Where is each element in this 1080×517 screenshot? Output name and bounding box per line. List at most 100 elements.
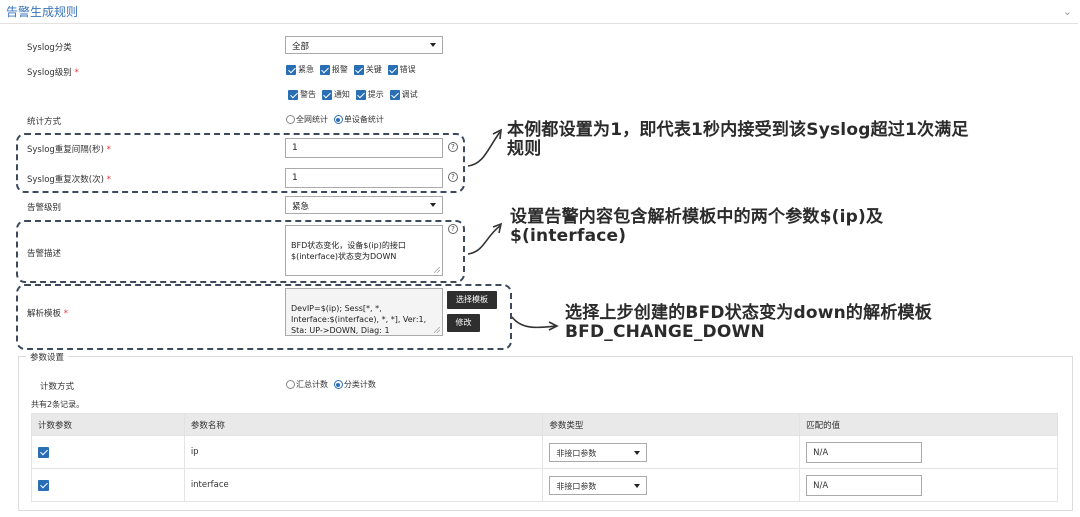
syslog-level-row-2: 警告 通知 提示 调试 <box>288 89 421 100</box>
radio-label: 全网统计 <box>296 115 328 124</box>
syslog-level-label-text: Syslog级别 <box>27 68 72 78</box>
syslog-category-label: Syslog分类 <box>27 43 72 53</box>
repeat-count-label-text: Syslog重复次数(次) <box>27 175 104 185</box>
checkbox-info[interactable] <box>355 89 366 100</box>
parse-template-label: 解析模板 * <box>27 307 68 319</box>
section-title: 告警生成规则 <box>6 5 79 19</box>
radio-summary-count[interactable] <box>286 380 295 389</box>
annotation-line: $(interface) <box>510 226 627 246</box>
count-method-radios: 汇总计数 分类计数 <box>286 379 379 390</box>
match-value-input[interactable]: N/A <box>806 474 923 496</box>
syslog-category-select[interactable]: 全部 <box>285 36 443 54</box>
required-mark: * <box>106 145 111 155</box>
annotation-line: 规则 <box>507 139 542 159</box>
resize-grip-icon[interactable] <box>434 327 440 333</box>
stat-method-radios: 全网统计 单设备统计 <box>286 114 387 125</box>
table-cell: 非接口参数 <box>542 435 801 469</box>
table-cell: N/A <box>799 435 1058 469</box>
annotation-line: 设置告警内容包含解析模板中的两个参数$(ip)及 <box>510 207 884 227</box>
checkbox-debug[interactable] <box>389 89 400 100</box>
syslog-level-row-1: 紧急 报警 关键 错误 <box>286 64 419 75</box>
repeat-interval-label: Syslog重复间隔(秒) * <box>27 143 111 155</box>
stat-method-label: 统计方式 <box>27 117 62 127</box>
table-cell: N/A <box>799 468 1058 502</box>
chevron-down-icon <box>430 43 436 47</box>
count-param-checkbox[interactable] <box>38 479 49 491</box>
radio-label: 分类计数 <box>343 380 376 389</box>
alarm-level-select[interactable]: 紧急 <box>285 196 443 214</box>
chevron-down-icon <box>634 450 641 455</box>
checkbox-label: 调试 <box>401 90 418 99</box>
column-header[interactable]: 参数类型 <box>542 413 801 436</box>
param-name-cell: interface <box>183 468 544 502</box>
annotation-desc: 设置告警内容包含解析模板中的两个参数$(ip)及 $(interface) <box>510 208 883 246</box>
param-type-select[interactable]: 非接口参数 <box>549 442 648 462</box>
repeat-count-label: Syslog重复次数(次) * <box>27 173 111 185</box>
chevron-down-icon[interactable]: ⌄ <box>1063 5 1072 18</box>
repeat-count-input[interactable]: 1 <box>285 168 443 188</box>
required-mark: * <box>63 309 68 319</box>
checkbox-warning[interactable] <box>288 89 298 100</box>
table-row: ip 非接口参数 N/A <box>31 435 1058 469</box>
table-row: interface 非接口参数 N/A <box>31 468 1058 502</box>
record-count: 共有2条记录。 <box>31 400 85 409</box>
alarm-desc-textarea[interactable]: BFD状态变化，设备$(ip)的接口 $(interface)状态变为DOWN <box>285 225 443 276</box>
required-mark: * <box>106 175 111 185</box>
help-icon[interactable]: ? <box>448 224 458 234</box>
checkbox-label: 通知 <box>333 90 350 99</box>
checkbox-label: 警告 <box>300 90 316 99</box>
radio-category-count[interactable] <box>333 380 343 389</box>
params-legend: 参数设置 <box>26 351 69 363</box>
param-type-value: 非接口参数 <box>556 481 597 491</box>
count-param-checkbox[interactable] <box>38 446 49 458</box>
table-cell <box>31 468 185 502</box>
alarm-desc-label: 告警描述 <box>27 249 62 259</box>
alarm-desc-value: BFD状态变化，设备$(ip)的接口 $(interface)状态变为DOWN <box>291 241 406 261</box>
chevron-down-icon <box>430 203 436 207</box>
table-cell: 非接口参数 <box>542 468 801 502</box>
help-icon[interactable]: ? <box>448 142 458 152</box>
match-value-input[interactable]: N/A <box>806 441 923 463</box>
repeat-interval-label-text: Syslog重复间隔(秒) <box>27 145 104 155</box>
resize-grip-icon[interactable] <box>434 267 440 273</box>
checkbox-label: 关键 <box>365 65 382 74</box>
radio-global-stat[interactable] <box>286 115 295 124</box>
annotation-line: 选择上步创建的BFD状态变为down的解析模板 <box>565 303 932 323</box>
syslog-category-value: 全部 <box>292 42 310 52</box>
table-header-row: 计数参数 参数名称 参数类型 匹配的值 <box>31 413 1058 436</box>
checkbox-label: 报警 <box>331 65 348 74</box>
params-table: 计数参数 参数名称 参数类型 匹配的值 ip 非接口参数 N/A interfa… <box>31 413 1058 502</box>
radio-label: 单设备统计 <box>343 115 384 124</box>
annotation-template: 选择上步创建的BFD状态变为down的解析模板 BFD_CHANGE_DOWN <box>565 304 932 342</box>
radio-label: 汇总计数 <box>296 380 328 389</box>
checkbox-critical[interactable] <box>353 64 364 75</box>
annotation-line: BFD_CHANGE_DOWN <box>565 322 765 342</box>
parse-template-textarea[interactable]: DevIP=$(ip); Sess[*, *, Interface:$(inte… <box>285 288 443 336</box>
param-type-select[interactable]: 非接口参数 <box>549 475 648 495</box>
repeat-interval-input[interactable]: 1 <box>285 138 443 158</box>
table-cell <box>31 435 185 469</box>
parse-template-value: DevIP=$(ip); Sess[*, *, Interface:$(inte… <box>291 304 427 335</box>
syslog-level-label: Syslog级别 * <box>27 66 79 78</box>
count-method-label: 计数方式 <box>40 382 75 392</box>
checkbox-alert[interactable] <box>319 64 330 75</box>
alarm-level-value: 紧急 <box>292 202 310 212</box>
param-name-cell: ip <box>183 435 544 469</box>
param-type-value: 非接口参数 <box>556 448 597 458</box>
annotation-line: 本例都设置为1，即代表1秒内接受到该Syslog超过1次满足 <box>507 120 969 140</box>
column-header[interactable]: 参数名称 <box>183 413 544 436</box>
column-header[interactable]: 匹配的值 <box>799 413 1058 436</box>
checkbox-emergency[interactable] <box>286 64 296 75</box>
checkbox-label: 错误 <box>399 65 416 74</box>
required-mark: * <box>74 68 79 78</box>
checkbox-label: 提示 <box>367 90 384 99</box>
help-icon[interactable]: ? <box>448 172 458 182</box>
annotation-repeat: 本例都设置为1，即代表1秒内接受到该Syslog超过1次满足 规则 <box>507 121 969 159</box>
checkbox-label: 紧急 <box>298 65 314 74</box>
alarm-level-label: 告警级别 <box>27 203 62 213</box>
column-header[interactable]: 计数参数 <box>31 413 185 436</box>
parse-template-label-text: 解析模板 <box>27 309 62 319</box>
radio-single-device-stat[interactable] <box>333 115 343 124</box>
checkbox-error[interactable] <box>387 64 398 75</box>
checkbox-notice[interactable] <box>321 89 332 100</box>
